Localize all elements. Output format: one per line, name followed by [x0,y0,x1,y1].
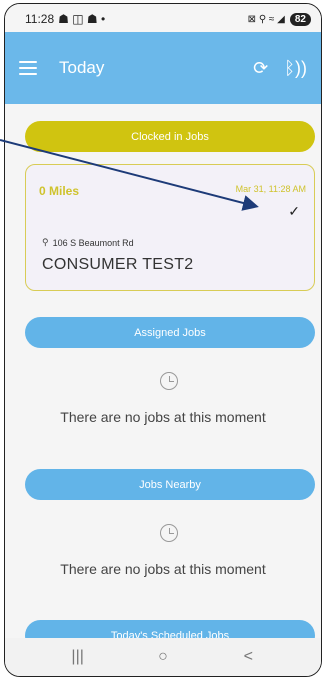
jobs-nearby-button[interactable]: Jobs Nearby [25,469,315,500]
battery-icon: 82 [289,12,311,26]
main-content: Clocked in Jobs 0 Miles Mar 31, 11:28 AM… [5,104,321,640]
check-icon: ✓ [288,203,300,219]
todays-scheduled-jobs-button[interactable]: Today's Scheduled Jobs [25,620,315,640]
job-card[interactable]: 0 Miles Mar 31, 11:28 AM ✓ ⚲ 106 S Beaum… [25,164,315,291]
home-button[interactable]: ○ [143,648,183,666]
assigned-empty-message: There are no jobs at this moment [60,409,266,425]
clock-icon [160,372,178,390]
refresh-icon[interactable]: ⟳ [253,59,268,77]
clock-icon [160,524,178,542]
clocked-in-jobs-button[interactable]: Clocked in Jobs [25,121,315,152]
assigned-jobs-button[interactable]: Assigned Jobs [25,317,315,348]
location-pin-icon: ⚲ [42,237,49,247]
page-title: Today [59,58,105,77]
system-icons: ⊠ ⚲ ≈ ◢ [247,13,285,25]
customer-name: CONSUMER TEST2 [42,256,194,273]
nearby-empty-message: There are no jobs at this moment [60,561,266,577]
address-text: 106 S Beaumont Rd [52,237,134,248]
app-header: Today ⟳ ᛒ)) [5,32,321,104]
job-address: ⚲ 106 S Beaumont Rd [42,237,134,248]
status-time: 11:28 [25,12,55,26]
recents-button[interactable]: ||| [58,648,98,666]
status-right: ⊠ ⚲ ≈ ◢ 82 [247,12,311,26]
phone-frame: 11:28 ☗ ◫ ☗ • ⊠ ⚲ ≈ ◢ 82 Today ⟳ ᛒ)) Clo… [4,3,322,677]
menu-icon[interactable] [19,61,37,75]
bluetooth-icon[interactable]: ᛒ)) [284,59,307,77]
job-timestamp: Mar 31, 11:28 AM [235,184,306,194]
status-left: 11:28 ☗ ◫ ☗ • [25,12,105,26]
notification-icons: ☗ ◫ ☗ • [58,12,106,26]
system-nav-bar: ||| ○ < [5,638,321,676]
status-bar: 11:28 ☗ ◫ ☗ • ⊠ ⚲ ≈ ◢ 82 [5,4,321,34]
job-miles: 0 Miles [39,184,80,198]
back-button[interactable]: < [228,648,268,666]
